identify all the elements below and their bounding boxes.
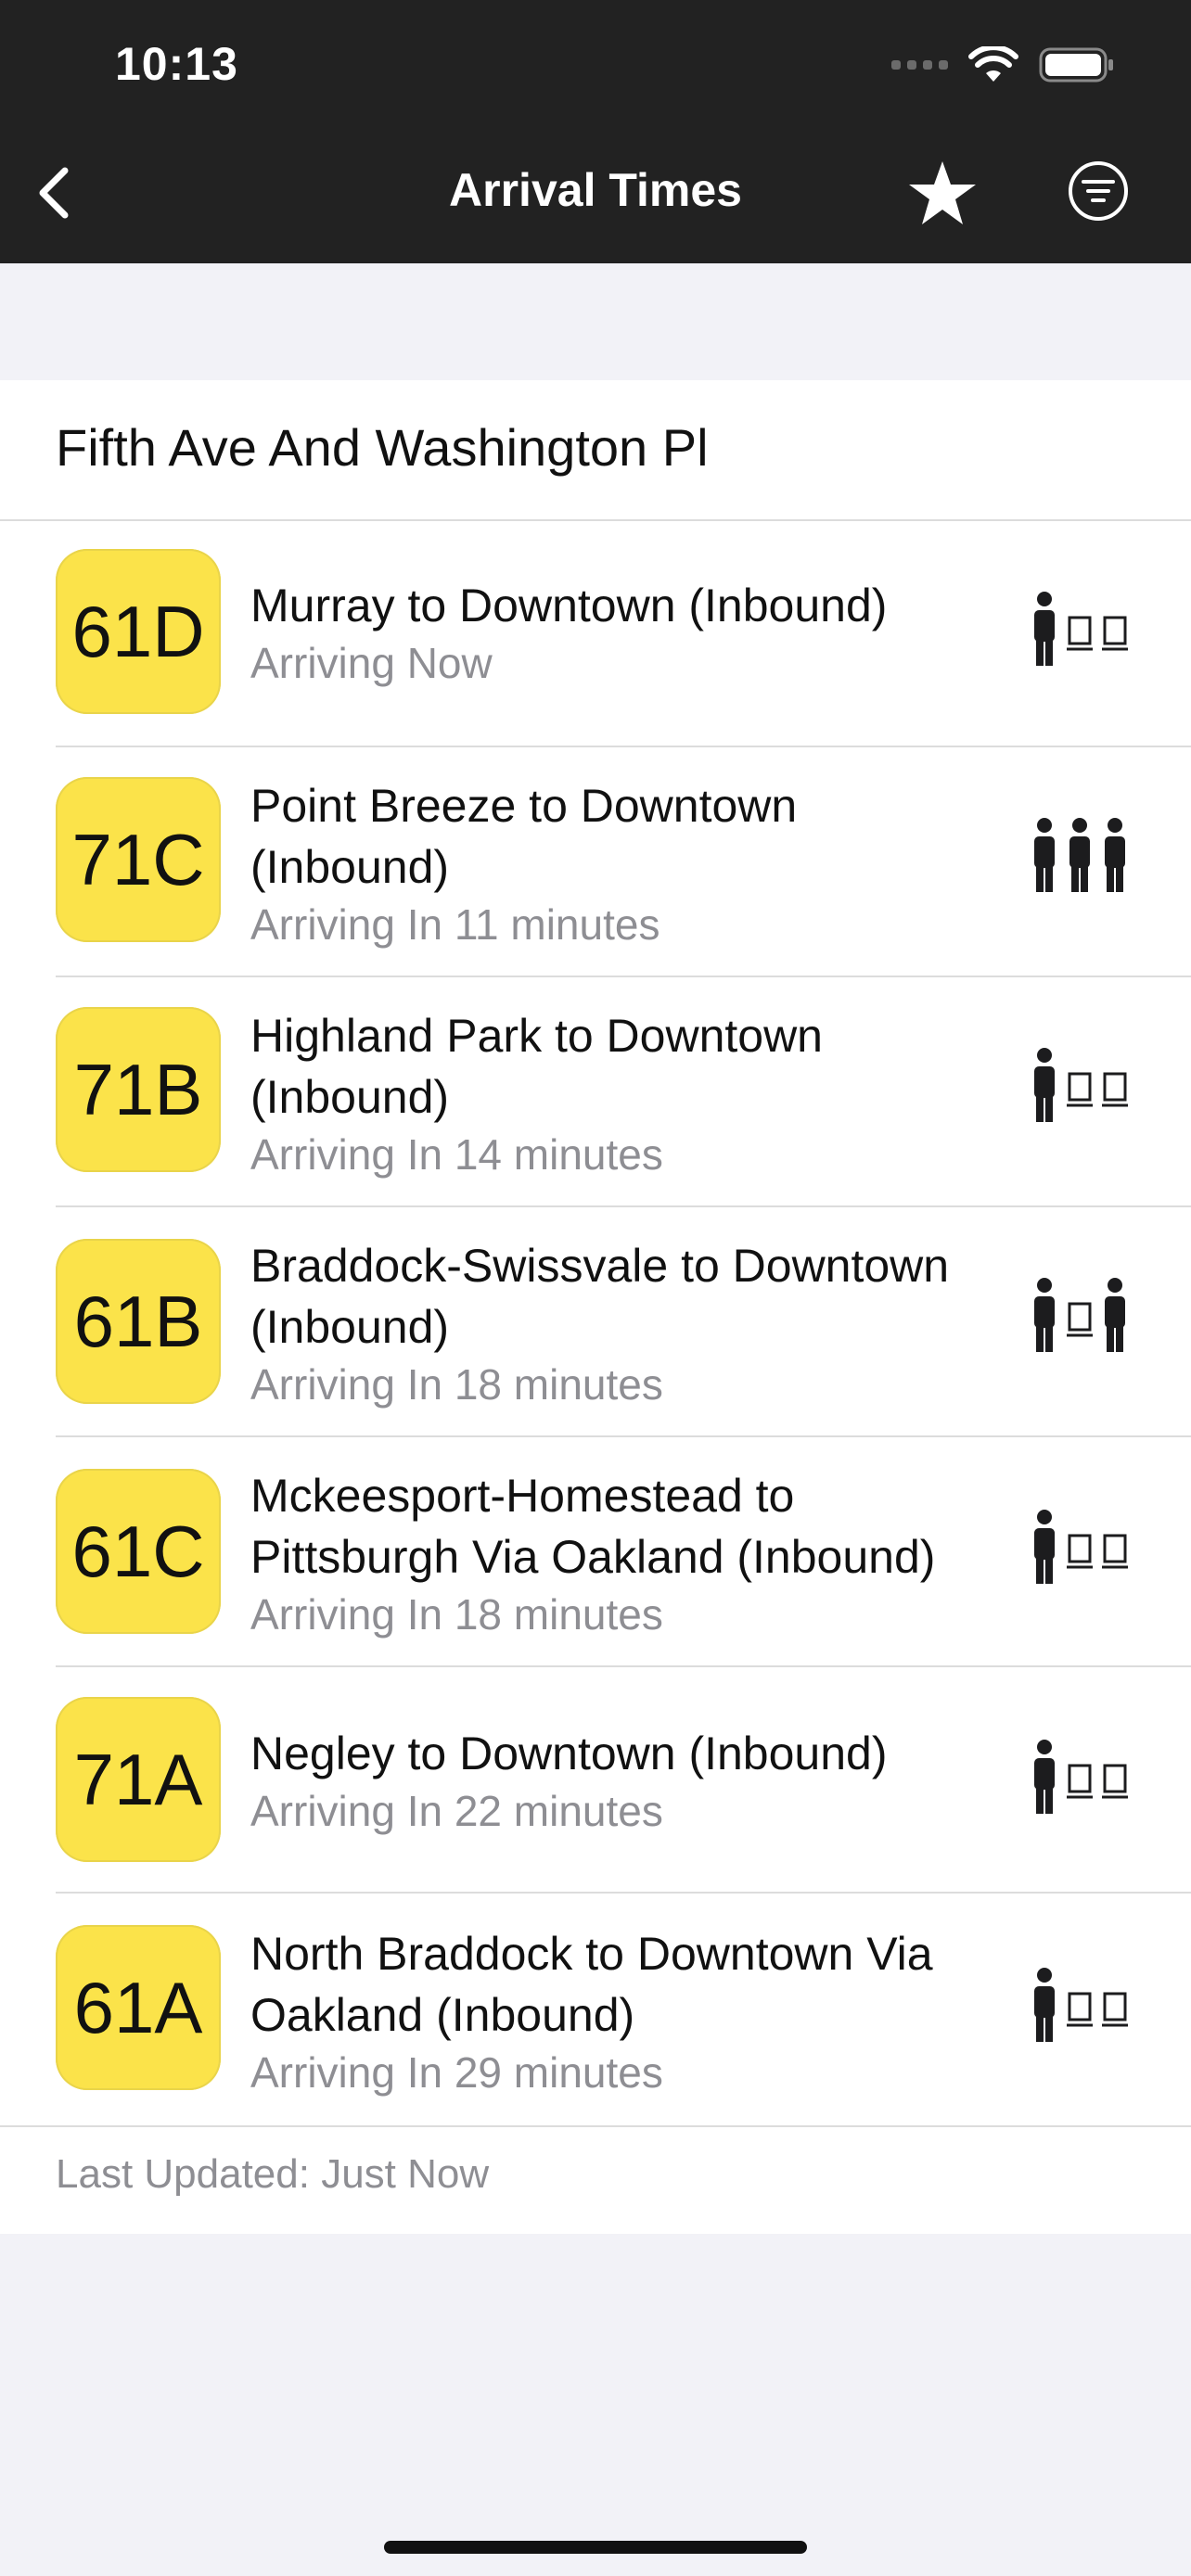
- occupancy-icon: [1031, 590, 1135, 679]
- occupancy-icon: [1031, 816, 1135, 905]
- arrival-row[interactable]: 61D Murray to Downtown (Inbound) Arriving …: [0, 521, 1191, 746]
- occupancy-icon: [1031, 1276, 1135, 1365]
- occupancy-icon: [1031, 1046, 1135, 1135]
- route-badge: 61D: [56, 549, 221, 714]
- arrival-time: Arriving In 11 minutes: [250, 900, 660, 949]
- route-name: Point Breeze to Downtown (Inbound): [250, 780, 798, 893]
- nav-header: 10:13 Arrival Times: [0, 0, 1191, 263]
- route-badge: 61C: [56, 1469, 221, 1634]
- cellular-signal-icon: [891, 60, 948, 70]
- arrival-time: Arriving In 18 minutes: [250, 1360, 663, 1409]
- route-name: Braddock-Swissvale to Downtown (Inbound): [250, 1240, 950, 1353]
- favorite-button[interactable]: [903, 154, 981, 232]
- route-text: Highland Park to Downtown (Inbound) Arriv…: [250, 1005, 992, 1181]
- route-name: Mckeesport-Homestead to Pittsburgh Via O…: [250, 1470, 936, 1583]
- route-text: Mckeesport-Homestead to Pittsburgh Via O…: [250, 1465, 992, 1641]
- status-time: 10:13: [115, 38, 238, 90]
- arrival-time: Arriving In 14 minutes: [250, 1130, 663, 1179]
- filter-button[interactable]: [1065, 158, 1132, 224]
- divider: [0, 2125, 1191, 2127]
- battery-icon: [1039, 47, 1113, 83]
- route-badge: 71B: [56, 1007, 221, 1172]
- filter-icon: [1069, 161, 1128, 221]
- star-icon: [909, 161, 976, 224]
- route-text: North Braddock to Downtown Via Oakland (…: [250, 1923, 992, 2099]
- chevron-left-icon: [39, 167, 69, 219]
- arrival-row[interactable]: 71C Point Breeze to Downtown (Inbound) Arr…: [0, 747, 1191, 976]
- route-name: Murray to Downtown (Inbound): [250, 580, 888, 631]
- arrival-time: Arriving In 18 minutes: [250, 1590, 663, 1639]
- occupancy-icon: [1031, 1966, 1135, 2055]
- arrival-time: Arriving In 29 minutes: [250, 2048, 663, 2097]
- home-indicator: [384, 2541, 807, 2554]
- route-name: Negley to Downtown (Inbound): [250, 1728, 888, 1779]
- arrival-time: Arriving Now: [250, 639, 493, 687]
- occupancy-icon: [1031, 1738, 1135, 1827]
- route-name: North Braddock to Downtown Via Oakland (…: [250, 1928, 933, 2041]
- arrival-row[interactable]: 71B Highland Park to Downtown (Inbound) Ar…: [0, 977, 1191, 1205]
- route-badge: 61B: [56, 1239, 221, 1404]
- arrival-row[interactable]: 61C Mckeesport-Homestead to Pittsburgh Vi…: [0, 1437, 1191, 1665]
- status-icons: [891, 41, 1115, 89]
- route-badge: 61A: [56, 1925, 221, 2090]
- last-updated: Last Updated: Just Now: [56, 2151, 490, 2197]
- route-text: Point Breeze to Downtown (Inbound) Arrivi…: [250, 775, 992, 951]
- wifi-icon: [968, 46, 1018, 82]
- arrival-time: Arriving In 22 minutes: [250, 1787, 663, 1835]
- occupancy-icon: [1031, 1508, 1135, 1597]
- nav-title: Arrival Times: [449, 164, 742, 216]
- route-badge: 71C: [56, 777, 221, 942]
- route-text: Negley to Downtown (Inbound) Arriving In …: [250, 1723, 992, 1838]
- route-text: Murray to Downtown (Inbound) Arriving Now: [250, 575, 992, 690]
- back-button[interactable]: [28, 159, 80, 226]
- route-name: Highland Park to Downtown (Inbound): [250, 1010, 823, 1123]
- arrival-row[interactable]: 61A North Braddock to Downtown Via Oaklan…: [0, 1894, 1191, 2125]
- route-text: Braddock-Swissvale to Downtown (Inbound)…: [250, 1235, 992, 1411]
- arrival-row[interactable]: 61B Braddock-Swissvale to Downtown (Inbou…: [0, 1207, 1191, 1435]
- arrival-row[interactable]: 71A Negley to Downtown (Inbound) Arriving …: [0, 1667, 1191, 1892]
- route-badge: 71A: [56, 1697, 221, 1862]
- stop-name: Fifth Ave And Washington Pl: [56, 418, 709, 477]
